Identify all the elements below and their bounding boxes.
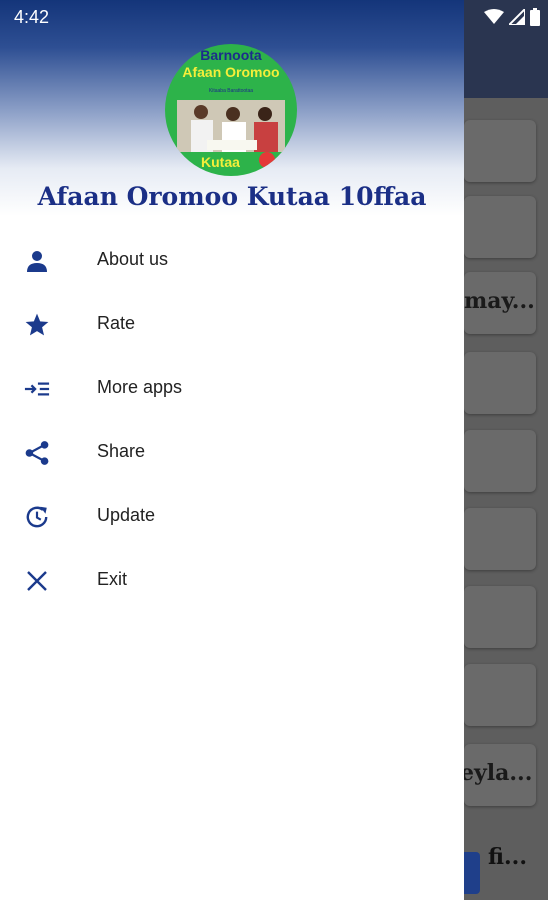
background-card: may... <box>464 272 536 334</box>
menu-item-label: Rate <box>97 313 136 333</box>
share-icon <box>24 440 50 466</box>
background-card-text: may... <box>464 288 535 314</box>
background-card <box>464 196 536 258</box>
logo-text: Kitaaba Barattootaa <box>208 88 254 94</box>
menu-item-label: About us <box>97 249 169 269</box>
more-apps-icon <box>24 376 50 402</box>
status-icons <box>484 8 540 26</box>
background-card-text: eyla... <box>464 760 533 786</box>
menu-item-share[interactable]: Share <box>0 420 464 484</box>
background-card <box>464 664 536 726</box>
person-icon <box>24 248 50 274</box>
update-icon <box>24 504 50 530</box>
wifi-icon <box>484 9 504 24</box>
background-card <box>464 586 536 648</box>
menu-item-label: Share <box>97 441 146 461</box>
background-card-text: fi... <box>488 844 527 870</box>
drawer-menu: About us Rate More apps Share Update Exi… <box>0 228 464 612</box>
status-time: 4:42 <box>14 7 50 27</box>
logo-text: Kutaa <box>201 154 240 170</box>
logo-badge <box>259 152 275 168</box>
background-card: eyla... <box>464 744 536 806</box>
battery-icon <box>530 8 540 26</box>
app-title: Afaan Oromoo Kutaa 10ffaa <box>37 182 427 211</box>
navigation-drawer: Barnoota Afaan Oromoo Kitaaba Barattoota… <box>0 0 464 900</box>
status-bar: 4:42 <box>0 0 548 34</box>
menu-item-rate[interactable]: Rate <box>0 292 464 356</box>
app-logo: Barnoota Afaan Oromoo Kitaaba Barattoota… <box>165 44 297 176</box>
star-icon <box>24 312 50 338</box>
menu-item-exit[interactable]: Exit <box>0 548 464 612</box>
background-card <box>464 120 536 182</box>
menu-item-update[interactable]: Update <box>0 484 464 548</box>
signal-icon <box>509 9 525 25</box>
background-card <box>464 352 536 414</box>
logo-text: Barnoota <box>200 47 262 63</box>
logo-photo <box>177 100 285 152</box>
background-card <box>464 508 536 570</box>
menu-item-more-apps[interactable]: More apps <box>0 356 464 420</box>
menu-item-label: Exit <box>97 569 128 589</box>
close-icon <box>24 568 50 594</box>
background-card <box>464 430 536 492</box>
menu-item-label: More apps <box>97 377 183 397</box>
menu-item-about-us[interactable]: About us <box>0 228 464 292</box>
menu-item-label: Update <box>97 505 156 525</box>
logo-text: Afaan Oromoo <box>182 64 280 80</box>
